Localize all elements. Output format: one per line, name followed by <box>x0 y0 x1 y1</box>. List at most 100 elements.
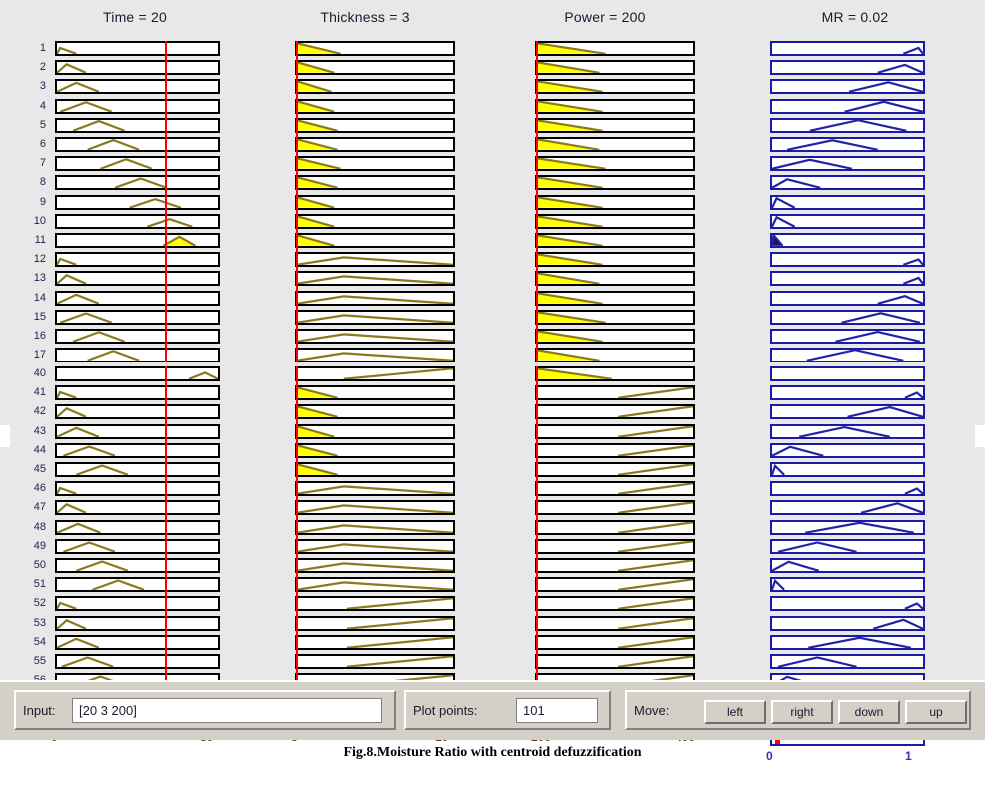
variable-headers: Time = 20 Thickness = 3 Power = 200 MR =… <box>0 0 985 32</box>
mf-cell-thickness <box>295 41 455 56</box>
mf-cell-thickness <box>295 596 455 611</box>
mf-cell-time <box>55 481 220 496</box>
move-up-button[interactable]: up <box>905 700 967 724</box>
rule-number: 41 <box>20 387 46 398</box>
mf-cell-thickness <box>295 252 455 267</box>
mf-cell-power <box>535 41 695 56</box>
mf-cell-power <box>535 99 695 114</box>
mf-cell-mr <box>770 424 925 439</box>
mf-cell-mr <box>770 462 925 477</box>
header-thickness: Thickness = 3 <box>260 9 470 25</box>
input-field[interactable]: [20 3 200] <box>72 698 382 723</box>
mf-cell-mr <box>770 137 925 152</box>
mf-cell-power <box>535 291 695 306</box>
mf-cell-thickness <box>295 99 455 114</box>
mf-cell-time <box>55 654 220 669</box>
rule-number: 55 <box>20 656 46 667</box>
rule-number: 54 <box>20 637 46 648</box>
move-right-button[interactable]: right <box>771 700 833 724</box>
mf-cell-power <box>535 348 695 363</box>
mf-cell-thickness <box>295 481 455 496</box>
mf-cell-power <box>535 443 695 458</box>
mf-cell-time <box>55 385 220 400</box>
input-label: Input: <box>23 703 56 718</box>
mf-cell-thickness <box>295 366 455 381</box>
plot-points-field[interactable]: 101 <box>516 698 598 723</box>
mf-cell-mr <box>770 520 925 535</box>
rule-number: 1 <box>20 43 46 54</box>
mf-cell-power <box>535 520 695 535</box>
mf-cell-power <box>535 214 695 229</box>
rule-number: 45 <box>20 464 46 475</box>
mf-cell-thickness <box>295 195 455 210</box>
mf-cell-mr <box>770 233 925 248</box>
mf-cell-time <box>55 156 220 171</box>
mf-cell-mr <box>770 156 925 171</box>
mf-cell-power <box>535 329 695 344</box>
mf-cell-mr <box>770 79 925 94</box>
mf-cell-power <box>535 156 695 171</box>
mf-cell-thickness <box>295 118 455 133</box>
mf-cell-time <box>55 60 220 75</box>
mf-cell-mr <box>770 291 925 306</box>
mf-cell-mr <box>770 500 925 515</box>
mf-cell-mr <box>770 404 925 419</box>
mf-cell-power <box>535 404 695 419</box>
mf-cell-power <box>535 539 695 554</box>
rule-number: 3 <box>20 81 46 92</box>
mf-cell-time <box>55 233 220 248</box>
mf-cell-time <box>55 424 220 439</box>
rule-number: 8 <box>20 177 46 188</box>
mf-cell-time <box>55 558 220 573</box>
mf-cell-power <box>535 60 695 75</box>
mf-cell-time <box>55 99 220 114</box>
plot-points-group: Plot points: 101 <box>404 690 611 730</box>
mf-cell-power <box>535 635 695 650</box>
rule-number: 4 <box>20 101 46 112</box>
rule-number: 9 <box>20 197 46 208</box>
rule-number: 6 <box>20 139 46 150</box>
rule-number: 13 <box>20 273 46 284</box>
move-down-button[interactable]: down <box>838 700 900 724</box>
mf-cell-power <box>535 654 695 669</box>
mf-cell-mr <box>770 385 925 400</box>
mf-cell-time <box>55 329 220 344</box>
plot-points-label: Plot points: <box>413 703 477 718</box>
mf-cell-power <box>535 137 695 152</box>
rule-number: 11 <box>20 235 46 246</box>
move-left-button[interactable]: left <box>704 700 766 724</box>
mf-cell-thickness <box>295 348 455 363</box>
header-mr: MR = 0.02 <box>750 9 960 25</box>
rule-number: 5 <box>20 120 46 131</box>
mf-cell-thickness <box>295 271 455 286</box>
mf-cell-mr <box>770 60 925 75</box>
mf-cell-time <box>55 348 220 363</box>
input-indicator-line-power[interactable] <box>536 366 538 727</box>
mf-cell-time <box>55 520 220 535</box>
mf-cell-thickness <box>295 310 455 325</box>
mf-cell-power <box>535 481 695 496</box>
mf-cell-mr <box>770 366 925 381</box>
mf-cell-thickness <box>295 635 455 650</box>
mf-cell-thickness <box>295 443 455 458</box>
mf-cell-power <box>535 195 695 210</box>
mf-cell-thickness <box>295 654 455 669</box>
rule-number: 43 <box>20 426 46 437</box>
rule-number: 12 <box>20 254 46 265</box>
mf-cell-thickness <box>295 500 455 515</box>
mf-cell-thickness <box>295 329 455 344</box>
input-indicator-line-thickness[interactable] <box>296 366 298 727</box>
mf-cell-time <box>55 195 220 210</box>
input-group: Input: [20 3 200] <box>14 690 396 730</box>
mf-cell-mr <box>770 214 925 229</box>
mf-cell-power <box>535 424 695 439</box>
input-indicator-line-time[interactable] <box>165 366 167 727</box>
mf-cell-thickness <box>295 520 455 535</box>
rule-number: 53 <box>20 618 46 629</box>
mf-cell-power <box>535 118 695 133</box>
mf-cell-mr <box>770 99 925 114</box>
mf-cell-power <box>535 271 695 286</box>
rule-number: 46 <box>20 483 46 494</box>
mf-cell-time <box>55 137 220 152</box>
mf-cell-time <box>55 41 220 56</box>
